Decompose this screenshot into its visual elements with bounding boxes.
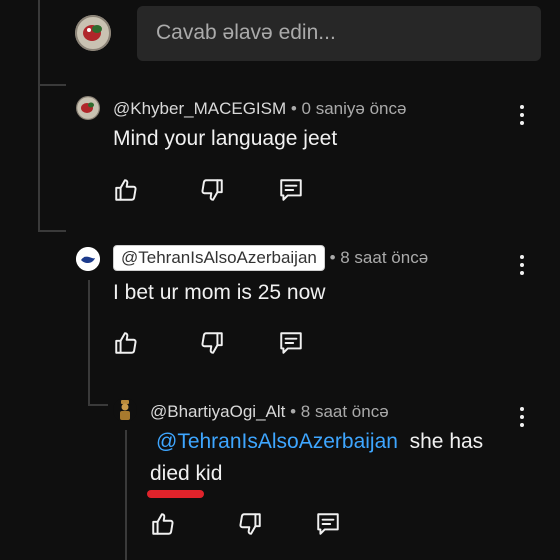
comment-author[interactable]: @Khyber_MACEGISM [113, 99, 286, 118]
like-icon[interactable] [113, 330, 139, 356]
comment-meta: @TehranIsAlsoAzerbaijan • 8 saat öncə [113, 245, 428, 271]
dislike-icon[interactable] [199, 330, 225, 356]
comment-text-line-2: died kid [150, 462, 223, 485]
comment-meta: @Khyber_MACEGISM • 0 saniyə öncə [113, 99, 406, 119]
comment-text: I bet ur mom is 25 now [113, 281, 326, 304]
thread-line-nested [88, 280, 90, 405]
comment-timestamp: • 0 saniyə öncə [286, 99, 407, 118]
reply-icon[interactable] [278, 177, 304, 203]
thread-branch-3 [88, 404, 108, 406]
comment-text: Mind your language jeet [113, 127, 338, 150]
reply-input-placeholder: Cavab əlavə edin... [156, 21, 336, 44]
reply-icon[interactable] [315, 511, 341, 537]
comment-author[interactable]: @BhartiyaOgi_Alt [150, 402, 285, 421]
more-options-icon[interactable] [518, 254, 526, 276]
thread-line-nested-2 [125, 430, 127, 560]
comment-timestamp: • 8 saat öncə [285, 402, 389, 421]
like-icon[interactable] [113, 177, 139, 203]
comment-timestamp: • 8 saat öncə [324, 248, 429, 267]
thread-branch-1 [38, 84, 66, 86]
commenter-avatar [76, 96, 100, 120]
more-options-icon[interactable] [518, 406, 526, 428]
thread-branch-2 [38, 230, 66, 232]
current-user-avatar [75, 15, 111, 51]
reply-icon[interactable] [278, 330, 304, 356]
dislike-icon[interactable] [199, 177, 225, 203]
like-icon[interactable] [150, 511, 176, 537]
red-underline-annotation [147, 490, 204, 498]
comment-meta: @BhartiyaOgi_Alt • 8 saat öncə [150, 402, 389, 422]
thread-line-main [38, 0, 40, 230]
comment-text-line-1: @TehranIsAlsoAzerbaijan she has [156, 427, 483, 457]
commenter-avatar [76, 247, 100, 271]
more-options-icon[interactable] [518, 104, 526, 126]
dislike-icon[interactable] [237, 511, 263, 537]
reply-input[interactable]: Cavab əlavə edin... [137, 6, 541, 61]
commenter-avatar [113, 398, 137, 422]
comment-text: she has [409, 430, 484, 453]
comment-author-tag[interactable]: @TehranIsAlsoAzerbaijan [113, 245, 325, 271]
mention-link[interactable]: @TehranIsAlsoAzerbaijan [156, 430, 398, 453]
